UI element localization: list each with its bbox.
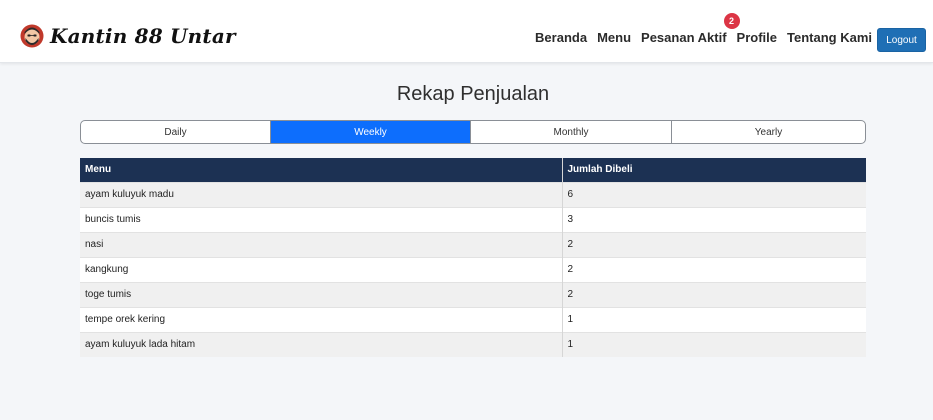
chef-avatar-icon (20, 24, 44, 48)
cell-menu: toge tumis (80, 281, 562, 307)
page-title: Rekap Penjualan (396, 83, 550, 105)
cell-menu: ayam kuluyuk lada hitam (80, 331, 562, 357)
cell-jumlah: 2 (561, 281, 866, 307)
tab-yearly[interactable]: Yearly (671, 121, 865, 143)
column-header-jumlah-dibeli: Jumlah Dibeli (561, 158, 866, 182)
nav-links: Beranda Menu Pesanan Aktif 2 Profile Ten… (535, 13, 872, 45)
nav-item-profile[interactable]: Profile (737, 30, 777, 45)
nav-item-tentang-kami[interactable]: Tentang Kami (787, 30, 872, 45)
nav-item-menu[interactable]: Menu (597, 30, 631, 45)
active-orders-badge: 2 (723, 13, 740, 29)
tab-daily[interactable]: Daily (81, 121, 270, 143)
period-tabs: Daily Weekly Monthly Yearly (80, 120, 866, 144)
column-header-menu: Menu (80, 158, 562, 182)
navbar: Kantin 88 Untar Beranda Menu Pesanan Akt… (0, 0, 933, 63)
cell-jumlah: 2 (561, 231, 866, 257)
sales-table: Menu Jumlah Dibeli ayam kuluyuk madu 6 b… (80, 158, 866, 357)
cell-menu: buncis tumis (80, 206, 562, 232)
cell-jumlah: 3 (561, 206, 866, 232)
table-row: ayam kuluyuk lada hitam 1 (80, 331, 866, 357)
cell-menu: kangkung (80, 256, 562, 282)
nav-item-pesanan-aktif-label: Pesanan Aktif (641, 30, 727, 45)
table-row: kangkung 2 (80, 256, 866, 282)
cell-jumlah: 6 (561, 181, 866, 207)
table-row: nasi 2 (80, 231, 866, 257)
nav-item-beranda[interactable]: Beranda (535, 30, 587, 45)
logout-button[interactable]: Logout (877, 28, 926, 52)
cell-menu: tempe orek kering (80, 306, 562, 332)
table-header-row: Menu Jumlah Dibeli (80, 158, 866, 182)
brand-link[interactable]: Kantin 88 Untar (20, 22, 236, 50)
cell-menu: nasi (80, 231, 562, 257)
table-row: ayam kuluyuk madu 6 (80, 181, 866, 207)
cell-jumlah: 2 (561, 256, 866, 282)
cell-menu: ayam kuluyuk madu (80, 181, 562, 207)
cell-jumlah: 1 (561, 331, 866, 357)
nav-item-pesanan-aktif[interactable]: Pesanan Aktif 2 (641, 13, 740, 45)
tab-monthly[interactable]: Monthly (470, 121, 671, 143)
brand-name: Kantin 88 Untar (50, 24, 236, 48)
tab-weekly[interactable]: Weekly (270, 121, 470, 143)
table-row: buncis tumis 3 (80, 206, 866, 232)
cell-jumlah: 1 (561, 306, 866, 332)
table-row: toge tumis 2 (80, 281, 866, 307)
table-row: tempe orek kering 1 (80, 306, 866, 332)
